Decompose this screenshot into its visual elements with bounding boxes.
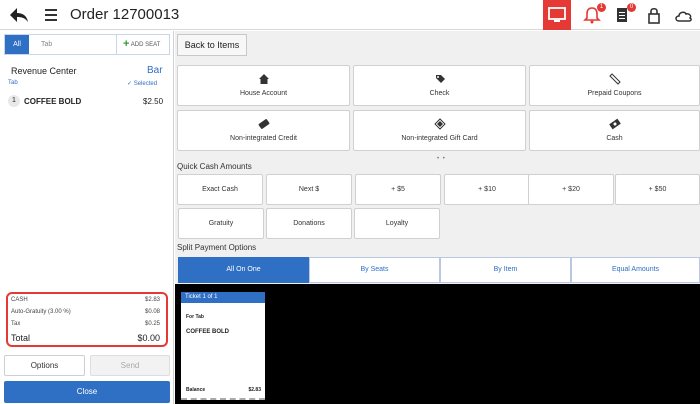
- pay-check[interactable]: Check: [353, 65, 526, 106]
- pay-label: Cash: [606, 135, 623, 142]
- quick-cash-next[interactable]: Next $: [266, 174, 352, 205]
- pay-house-account[interactable]: House Account: [177, 65, 350, 106]
- split-by-seats[interactable]: By Seats: [309, 257, 440, 283]
- tab-all[interactable]: All: [5, 35, 29, 54]
- add-seat-label: ADD SEAT: [130, 42, 161, 49]
- order-item-price: $2.50: [143, 97, 164, 106]
- ticket-balance-label: Balance: [186, 387, 206, 393]
- totals-row-tax: Tax $0.25: [11, 321, 163, 333]
- quick-cash-plus-5[interactable]: + $5: [355, 174, 441, 205]
- selected-label: Selected: [133, 81, 158, 87]
- pay-label: Non-integrated Gift Card: [401, 135, 478, 142]
- back-arrow-icon[interactable]: [8, 5, 30, 25]
- totals-box: CASH $2.83 Auto-Gratuity (3.00 %) $0.08 Ta…: [6, 292, 168, 347]
- cash-icon: [608, 118, 621, 130]
- loyalty-button[interactable]: Loyalty: [354, 208, 440, 239]
- quick-cash-title: Quick Cash Amounts: [177, 162, 252, 171]
- checkmark-icon: ✓: [127, 81, 133, 87]
- totals-value: $0.25: [144, 321, 160, 327]
- quick-cash-plus-10[interactable]: + $10: [444, 174, 530, 205]
- pay-label: House Account: [239, 90, 288, 97]
- page-indicator[interactable]: • •: [437, 156, 446, 162]
- cloud-icon: [675, 11, 692, 22]
- notifications-button[interactable]: 1: [580, 3, 606, 26]
- quick-cash-plus-20[interactable]: + $20: [528, 174, 614, 205]
- send-button[interactable]: Send: [90, 355, 170, 376]
- credit-card-icon: [258, 119, 269, 129]
- orders-button[interactable]: 0: [610, 3, 636, 26]
- split-payment-title: Split Payment Options: [177, 243, 257, 252]
- cloud-button[interactable]: [672, 4, 696, 26]
- totals-label: Tax: [11, 321, 21, 327]
- hamburger-menu-icon[interactable]: [45, 9, 57, 21]
- pay-label: Prepaid Coupons: [587, 90, 642, 97]
- top-bar: Order 12700013 1 0: [0, 0, 700, 30]
- lock-button[interactable]: [642, 4, 666, 26]
- item-quantity: 1: [8, 95, 20, 107]
- selected-indicator: ✓ Selected: [127, 80, 157, 87]
- notification-badge: 1: [597, 3, 606, 12]
- totals-label: Auto-Gratuity (3.00 %): [11, 309, 71, 315]
- totals-value: $2.83: [144, 297, 160, 303]
- ticket-balance-value: $2.83: [248, 387, 261, 393]
- pay-non-integrated-credit[interactable]: Non-integrated Credit: [177, 110, 350, 151]
- tab-name-input[interactable]: Tab: [29, 35, 117, 54]
- tab-sublabel: Tab: [8, 80, 18, 86]
- orders-badge: 0: [627, 3, 636, 12]
- lock-icon: [648, 7, 660, 24]
- order-item-name[interactable]: COFFEE BOLD: [24, 97, 81, 106]
- totals-row-cash: CASH $2.83: [11, 297, 163, 309]
- donations-button[interactable]: Donations: [266, 208, 352, 239]
- gratuity-button[interactable]: Gratuity: [178, 208, 264, 239]
- totals-value: $0.08: [144, 309, 160, 315]
- pay-label: Non-integrated Credit: [230, 135, 297, 142]
- house-icon: [258, 74, 269, 84]
- total-value: $0.00: [137, 333, 160, 343]
- revenue-center-label: Revenue Center: [11, 66, 77, 76]
- screen-display-button[interactable]: [543, 0, 571, 30]
- gift-card-icon: [433, 118, 446, 130]
- add-seat-button[interactable]: + ADD SEAT: [123, 35, 160, 54]
- totals-label: CASH: [11, 297, 28, 303]
- seat-tabs: All Tab + ADD SEAT: [4, 34, 170, 55]
- plus-icon: +: [123, 38, 130, 50]
- split-all-on-one[interactable]: All On One: [178, 257, 309, 283]
- back-to-items-button[interactable]: Back to Items: [177, 34, 247, 56]
- check-tag-icon: [435, 75, 445, 83]
- order-panel: All Tab + ADD SEAT Revenue Center Bar Ta…: [0, 31, 174, 404]
- quick-cash-plus-50[interactable]: + $50: [615, 174, 700, 205]
- pay-label: Check: [429, 90, 450, 97]
- total-label: Total: [11, 333, 31, 343]
- totals-row-total: Total $0.00: [11, 333, 163, 347]
- pay-prepaid-coupons[interactable]: Prepaid Coupons: [529, 65, 700, 106]
- coupon-icon: [608, 73, 621, 85]
- monitor-icon: [548, 7, 566, 22]
- options-button[interactable]: Options: [4, 355, 85, 376]
- split-by-item[interactable]: By Item: [440, 257, 571, 283]
- ticket-item: COFFEE BOLD: [186, 329, 229, 335]
- ticket-area: Ticket 1 of 1 For Tab COFFEE BOLD Balanc…: [175, 284, 700, 404]
- close-button[interactable]: Close: [4, 381, 170, 403]
- ticket-for: For Tab: [186, 314, 204, 320]
- ticket-header: Ticket 1 of 1: [181, 292, 265, 303]
- ticket-card[interactable]: Ticket 1 of 1 For Tab COFFEE BOLD Balanc…: [181, 292, 265, 400]
- split-equal-amounts[interactable]: Equal Amounts: [571, 257, 700, 283]
- pay-non-integrated-gift-card[interactable]: Non-integrated Gift Card: [353, 110, 526, 151]
- pay-cash[interactable]: Cash: [529, 110, 700, 151]
- payment-panel: Back to Items House Account Check Prepai…: [175, 31, 700, 404]
- order-title: Order 12700013: [70, 6, 180, 23]
- totals-row-gratuity: Auto-Gratuity (3.00 %) $0.08: [11, 309, 163, 321]
- quick-cash-exact[interactable]: Exact Cash: [177, 174, 263, 205]
- revenue-center-value[interactable]: Bar: [147, 65, 163, 76]
